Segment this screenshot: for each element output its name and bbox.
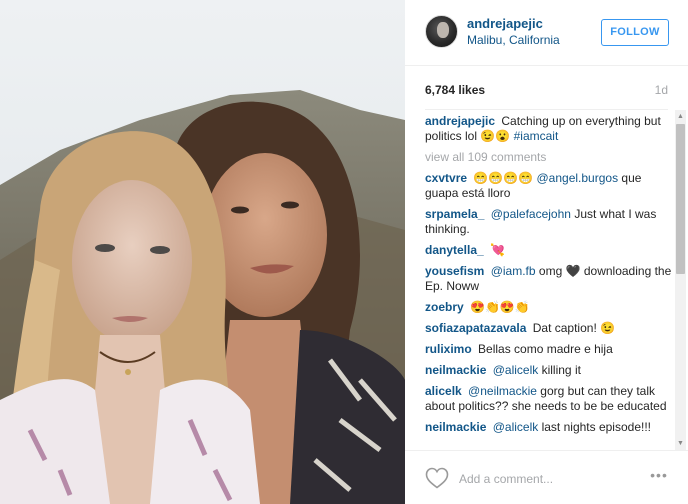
avatar[interactable]: [425, 15, 458, 48]
comment-user[interactable]: cxvtvre: [425, 171, 467, 185]
comment-emoji: 😍👏😍👏: [470, 300, 530, 314]
comment-emoji: 😁😁😁😁: [473, 171, 534, 185]
comment-emoji: 💘: [490, 243, 505, 257]
caption-emoji: 😉😮: [480, 129, 511, 143]
comment-item: cxvtvre 😁😁😁😁 @angel.burgos que guapa est…: [425, 171, 675, 201]
scroll-up-arrow-icon[interactable]: ▲: [676, 112, 685, 121]
comment-mention[interactable]: @alicelk: [493, 363, 539, 377]
scroll-down-arrow-icon[interactable]: ▼: [676, 439, 685, 448]
post-sidebar: andrejapejic Malibu, California FOLLOW 6…: [405, 0, 688, 504]
caption: andrejapejic Catching up on everything b…: [425, 114, 675, 144]
likes-count[interactable]: 6,784 likes: [425, 83, 485, 97]
post-username[interactable]: andrejapejic: [467, 16, 543, 31]
comment-item: yousefism @iam.fb omg 🖤 downloading the …: [425, 264, 675, 294]
comment-mention[interactable]: @iam.fb: [491, 264, 536, 278]
comment-user[interactable]: danytella_: [425, 243, 484, 257]
post-photo[interactable]: [0, 0, 405, 504]
post-location[interactable]: Malibu, California: [467, 33, 560, 47]
comment-user[interactable]: neilmackie: [425, 363, 486, 377]
comment-user[interactable]: yousefism: [425, 264, 484, 278]
more-options-icon[interactable]: •••: [648, 467, 670, 487]
follow-button[interactable]: FOLLOW: [601, 19, 669, 46]
comment-item: danytella_ 💘: [425, 243, 675, 258]
comment-text: Bellas como madre e hija: [478, 342, 613, 356]
comment-text: last nights episode!!!: [541, 420, 651, 434]
comment-item: zoebry 😍👏😍👏: [425, 300, 675, 315]
post-age[interactable]: 1d: [655, 83, 668, 97]
comment-user[interactable]: neilmackie: [425, 420, 486, 434]
comment-footer: •••: [405, 450, 688, 504]
comment-user[interactable]: zoebry: [425, 300, 464, 314]
post-header: andrejapejic Malibu, California FOLLOW: [405, 0, 688, 66]
comment-mention[interactable]: @palefacejohn: [491, 207, 571, 221]
comment-item: neilmackie @alicelk killing it: [425, 363, 675, 378]
comment-user[interactable]: ruliximo: [425, 342, 472, 356]
avatar-face: [437, 22, 449, 38]
comments-list: andrejapejic Catching up on everything b…: [425, 114, 675, 450]
comment-mention[interactable]: @angel.burgos: [537, 171, 619, 185]
comment-mention[interactable]: @alicelk: [493, 420, 539, 434]
comment-item: neilmackie @alicelk last nights episode!…: [425, 420, 675, 435]
comment-user[interactable]: sofiazapatazavala: [425, 321, 526, 335]
heart-icon[interactable]: [425, 467, 449, 489]
comment-user[interactable]: alicelk: [425, 384, 462, 398]
caption-hashtag[interactable]: #iamcait: [514, 129, 559, 143]
comment-mention[interactable]: @neilmackie: [468, 384, 537, 398]
view-all-comments[interactable]: view all 109 comments: [425, 150, 675, 165]
comment-item: sofiazapatazavala Dat caption! 😉: [425, 321, 675, 336]
comment-item: alicelk @neilmackie gorg but can they ta…: [425, 384, 675, 414]
caption-user[interactable]: andrejapejic: [425, 114, 495, 128]
scrollbar-thumb[interactable]: [676, 124, 685, 274]
post-meta: 6,784 likes 1d: [425, 66, 668, 110]
comment-item: srpamela_ @palefacejohn Just what I was …: [425, 207, 675, 237]
add-comment-input[interactable]: [459, 470, 639, 488]
comment-text: Dat caption! 😉: [532, 321, 616, 335]
comments-scrollbar[interactable]: ▲ ▼: [675, 110, 686, 450]
comment-text: killing it: [541, 363, 581, 377]
comment-item: ruliximo Bellas como madre e hija: [425, 342, 675, 357]
comment-user[interactable]: srpamela_: [425, 207, 484, 221]
photo-illustration: [0, 0, 405, 504]
